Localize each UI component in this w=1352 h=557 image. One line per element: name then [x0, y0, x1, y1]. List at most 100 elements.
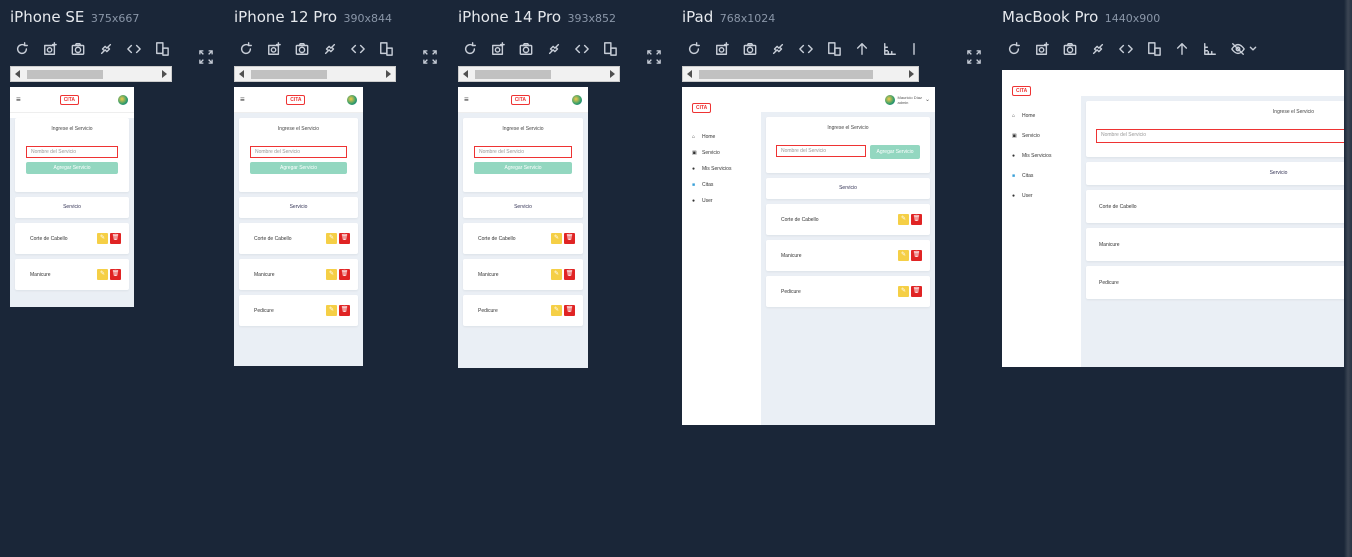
- camera-icon[interactable]: [1063, 42, 1077, 56]
- code-icon[interactable]: [351, 42, 365, 56]
- sync-scroll-icon[interactable]: [771, 42, 785, 56]
- device-size: 375x667: [90, 12, 140, 25]
- rotate-device-icon[interactable]: [827, 42, 841, 56]
- list-item: Corte de Cabello ✎ 🗑: [15, 223, 129, 254]
- sidebar-item-mis-servicios[interactable]: ● Mis Servicios: [682, 161, 761, 177]
- delete-button[interactable]: 🗑: [110, 269, 121, 280]
- vertical-scrollbar[interactable]: [1344, 0, 1352, 557]
- delete-button[interactable]: 🗑: [911, 286, 922, 297]
- sync-scroll-icon[interactable]: [99, 42, 113, 56]
- screenshot-settings-icon[interactable]: [715, 42, 729, 56]
- sidebar-item-home[interactable]: ⌂ Home: [1002, 108, 1081, 124]
- sidebar-item-citas[interactable]: ■ Citas: [682, 177, 761, 193]
- sidebar-item-label: Mis Servicios: [702, 166, 732, 172]
- code-icon[interactable]: [575, 42, 589, 56]
- arrow-up-icon[interactable]: [855, 42, 869, 56]
- delete-button[interactable]: 🗑: [564, 305, 575, 316]
- screenshot-settings-icon[interactable]: [43, 42, 57, 56]
- chevron-down-icon[interactable]: [1249, 42, 1257, 56]
- camera-icon[interactable]: [743, 42, 757, 56]
- delete-button[interactable]: 🗑: [339, 305, 350, 316]
- device-header-ipad: iPad 768x1024: [682, 8, 775, 27]
- menu-icon[interactable]: ≡: [240, 95, 245, 104]
- delete-button[interactable]: 🗑: [564, 269, 575, 280]
- delete-button[interactable]: 🗑: [339, 233, 350, 244]
- sidebar-item-home[interactable]: ⌂ Home: [682, 129, 761, 145]
- edit-button[interactable]: ✎: [97, 233, 108, 244]
- add-service-button[interactable]: Agregar Servicio: [250, 162, 347, 174]
- edit-button[interactable]: ✎: [898, 250, 909, 261]
- horizontal-scrollbar[interactable]: [10, 66, 172, 82]
- screenshot-settings-icon[interactable]: [491, 42, 505, 56]
- ruler-icon[interactable]: [1203, 42, 1217, 56]
- horizontal-scrollbar[interactable]: [234, 66, 396, 82]
- code-icon[interactable]: [799, 42, 813, 56]
- sidebar-item-user[interactable]: ● User: [682, 193, 761, 209]
- delete-button[interactable]: 🗑: [339, 269, 350, 280]
- edit-button[interactable]: ✎: [551, 305, 562, 316]
- avatar[interactable]: [347, 94, 357, 105]
- chevron-down-icon[interactable]: ⌄: [925, 96, 930, 103]
- menu-icon[interactable]: ≡: [16, 95, 21, 104]
- service-name-input[interactable]: Nombre del Servicio: [1096, 129, 1344, 143]
- sidebar-item-citas[interactable]: ■ Citas: [1002, 168, 1081, 184]
- sync-scroll-icon[interactable]: [547, 42, 561, 56]
- add-service-button[interactable]: Agregar Servicio: [26, 162, 118, 174]
- rotate-device-icon[interactable]: [603, 42, 617, 56]
- rotate-device-icon[interactable]: [1147, 42, 1161, 56]
- sidebar-item-mis-servicios[interactable]: ● Mis Servicios: [1002, 148, 1081, 164]
- fullscreen-icon[interactable]: [199, 50, 213, 64]
- horizontal-scrollbar[interactable]: [458, 66, 620, 82]
- delete-button[interactable]: 🗑: [911, 250, 922, 261]
- edit-button[interactable]: ✎: [326, 233, 337, 244]
- add-service-button[interactable]: Agregar Servicio: [870, 145, 920, 159]
- edit-button[interactable]: ✎: [898, 286, 909, 297]
- code-icon[interactable]: [1119, 42, 1133, 56]
- camera-icon[interactable]: [295, 42, 309, 56]
- rotate-device-icon[interactable]: [379, 42, 393, 56]
- delete-button[interactable]: 🗑: [911, 214, 922, 225]
- overflow-icon[interactable]: [911, 42, 917, 56]
- refresh-icon[interactable]: [15, 42, 29, 56]
- edit-button[interactable]: ✎: [898, 214, 909, 225]
- edit-button[interactable]: ✎: [551, 233, 562, 244]
- avatar[interactable]: [572, 94, 582, 105]
- avatar[interactable]: [118, 94, 128, 105]
- camera-icon[interactable]: [71, 42, 85, 56]
- edit-button[interactable]: ✎: [97, 269, 108, 280]
- rotate-device-icon[interactable]: [155, 42, 169, 56]
- sidebar-item-servicio[interactable]: ▣ Servicio: [1002, 128, 1081, 144]
- camera-icon[interactable]: [519, 42, 533, 56]
- edit-button[interactable]: ✎: [326, 305, 337, 316]
- add-service-button[interactable]: Agregar Servicio: [474, 162, 572, 174]
- list-item: Manicure ✎ 🗑: [15, 259, 129, 290]
- horizontal-scrollbar[interactable]: [682, 66, 919, 82]
- delete-button[interactable]: 🗑: [110, 233, 121, 244]
- fullscreen-icon[interactable]: [423, 50, 437, 64]
- eye-off-icon[interactable]: [1231, 42, 1245, 56]
- edit-button[interactable]: ✎: [551, 269, 562, 280]
- refresh-icon[interactable]: [687, 42, 701, 56]
- fullscreen-icon[interactable]: [647, 50, 661, 64]
- delete-button[interactable]: 🗑: [564, 233, 575, 244]
- refresh-icon[interactable]: [239, 42, 253, 56]
- refresh-icon[interactable]: [463, 42, 477, 56]
- fullscreen-icon[interactable]: [967, 50, 981, 64]
- screenshot-settings-icon[interactable]: [1035, 42, 1049, 56]
- menu-icon[interactable]: ≡: [464, 95, 469, 104]
- service-name-input[interactable]: Nombre del Servicio: [250, 146, 347, 158]
- sidebar-item-user[interactable]: ● User: [1002, 188, 1081, 204]
- sync-scroll-icon[interactable]: [1091, 42, 1105, 56]
- edit-button[interactable]: ✎: [326, 269, 337, 280]
- arrow-up-icon[interactable]: [1175, 42, 1189, 56]
- service-name-input[interactable]: Nombre del Servicio: [776, 145, 866, 157]
- ruler-icon[interactable]: [883, 42, 897, 56]
- refresh-icon[interactable]: [1007, 42, 1021, 56]
- avatar[interactable]: [884, 94, 895, 105]
- screenshot-settings-icon[interactable]: [267, 42, 281, 56]
- service-name-input[interactable]: Nombre del Servicio: [26, 146, 118, 158]
- sync-scroll-icon[interactable]: [323, 42, 337, 56]
- code-icon[interactable]: [127, 42, 141, 56]
- service-name-input[interactable]: Nombre del Servicio: [474, 146, 572, 158]
- sidebar-item-servicio[interactable]: ▣ Servicio: [682, 145, 761, 161]
